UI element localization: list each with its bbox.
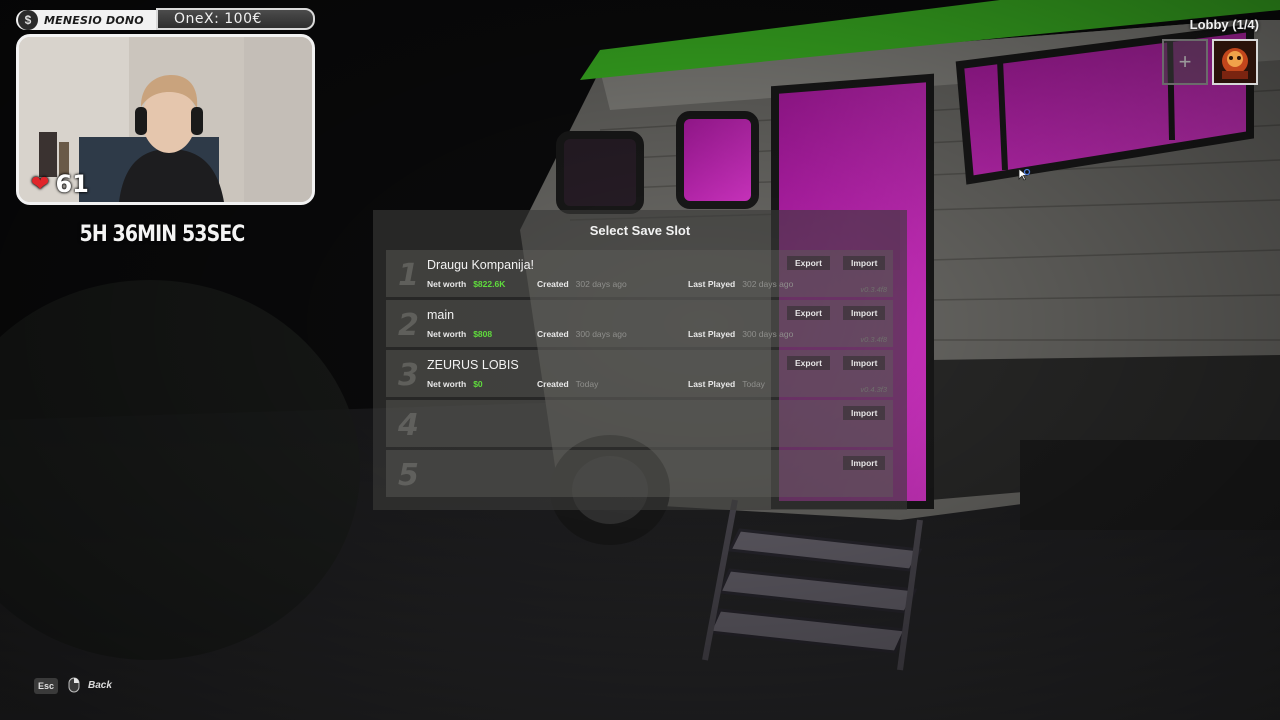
- net-worth: Net worth $808: [427, 329, 493, 339]
- plus-icon: +: [1178, 49, 1192, 74]
- last-played-date: Last Played Today: [688, 379, 765, 389]
- import-button[interactable]: Import: [843, 256, 886, 270]
- export-button[interactable]: Export: [787, 256, 830, 270]
- slot-number: 4: [398, 408, 419, 443]
- slot-name: Draugu Kompanija!: [427, 258, 535, 272]
- stream-timer: 5H 36MIN 53SEC: [79, 222, 246, 247]
- player-avatar[interactable]: [1212, 39, 1258, 85]
- slot-number: 2: [398, 308, 419, 343]
- net-worth: Net worth $0: [427, 379, 483, 389]
- slot-number: 1: [398, 258, 419, 293]
- slot-name: main: [427, 308, 455, 322]
- likes-count: 61: [55, 170, 89, 198]
- onex-label: OneX: 100€: [174, 11, 262, 27]
- avatar-image: [1214, 41, 1256, 83]
- save-slot-2[interactable]: 2 main Net worth $808 Created 300 days ago…: [386, 300, 893, 347]
- slot-version: v0.3.4f8: [860, 285, 887, 294]
- slot-version: v0.4.3f3: [860, 385, 887, 394]
- import-button[interactable]: Import: [843, 356, 886, 370]
- mouse-cursor-icon: [1018, 168, 1031, 181]
- import-button[interactable]: Import: [843, 456, 886, 470]
- created-date: Created 302 days ago: [537, 279, 627, 289]
- likes-counter: ❤ 61: [31, 170, 89, 198]
- donation-label: MENESIO DONO: [44, 13, 144, 27]
- donation-bar: $ MENESIO DONO: [16, 10, 156, 30]
- panel-title: Select Save Slot: [589, 223, 691, 238]
- last-played-date: Last Played 300 days ago: [688, 329, 794, 339]
- save-slot-panel: Select Save Slot 1 Draugu Kompanija! Net…: [373, 210, 907, 510]
- mouse-right-click-icon: [68, 677, 80, 693]
- last-played-date: Last Played 302 days ago: [688, 279, 794, 289]
- esc-key-hint: Esc: [34, 678, 58, 694]
- slot-name: ZEURUS LOBIS: [427, 358, 519, 372]
- import-button[interactable]: Import: [843, 406, 886, 420]
- coin-icon: $: [18, 10, 38, 30]
- save-slot-1[interactable]: 1 Draugu Kompanija! Net worth $822.6K Cre…: [386, 250, 893, 297]
- export-button[interactable]: Export: [787, 356, 830, 370]
- invite-player-button[interactable]: +: [1162, 39, 1208, 85]
- slot-number: 3: [398, 358, 419, 393]
- back-button[interactable]: Back: [88, 680, 112, 691]
- export-button[interactable]: Export: [787, 306, 830, 320]
- created-date: Created 300 days ago: [537, 329, 627, 339]
- save-slot-5[interactable]: 5 Import: [386, 450, 893, 497]
- slot-version: v0.3.4f8: [860, 335, 887, 344]
- lobby-title: Lobby (1/4): [1189, 17, 1259, 32]
- onex-goal-bar: OneX: 100€: [156, 8, 315, 30]
- webcam-feed: ❤ 61: [16, 34, 315, 205]
- save-slot-4[interactable]: 4 Import: [386, 400, 893, 447]
- slot-number: 5: [398, 458, 419, 493]
- heart-icon: ❤: [31, 171, 50, 197]
- created-date: Created Today: [537, 379, 599, 389]
- save-slot-3[interactable]: 3 ZEURUS LOBIS Net worth $0 Created Today …: [386, 350, 893, 397]
- net-worth: Net worth $822.6K: [427, 279, 506, 289]
- import-button[interactable]: Import: [843, 306, 886, 320]
